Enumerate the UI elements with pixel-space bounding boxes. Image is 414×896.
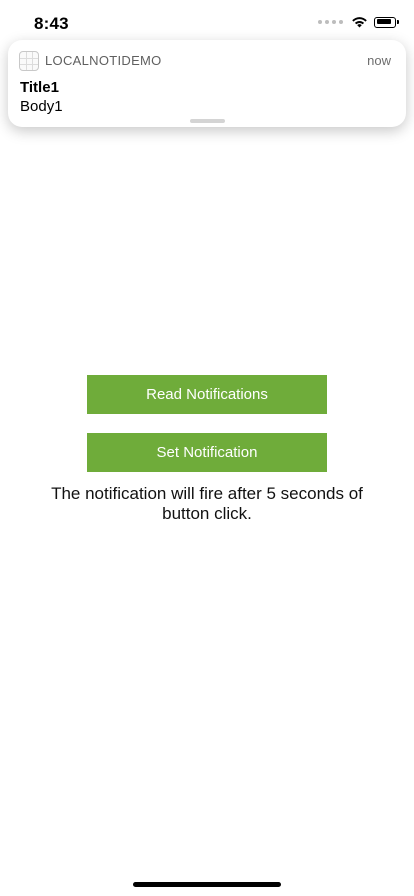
home-indicator[interactable] (133, 882, 281, 887)
battery-icon (374, 16, 399, 28)
notification-time: now (367, 53, 391, 68)
info-text: The notification will fire after 5 secon… (51, 484, 363, 523)
notification-title: Title1 (20, 79, 59, 96)
read-notifications-button[interactable]: Read Notifications (87, 375, 327, 414)
notification-app-name: LOCALNOTIDEMO (45, 53, 162, 68)
notification-banner[interactable]: LOCALNOTIDEMO now Title1 Body1 (8, 40, 406, 127)
notification-grabber-handle[interactable] (190, 119, 225, 123)
status-bar: 8:43 (0, 0, 414, 44)
status-icons (318, 16, 399, 28)
status-time: 8:43 (34, 14, 69, 33)
set-notification-button[interactable]: Set Notification (87, 433, 327, 472)
cellular-signal-icon (318, 20, 343, 24)
notification-body: Body1 (20, 98, 63, 115)
wifi-icon (352, 17, 367, 28)
app-icon (19, 51, 39, 71)
